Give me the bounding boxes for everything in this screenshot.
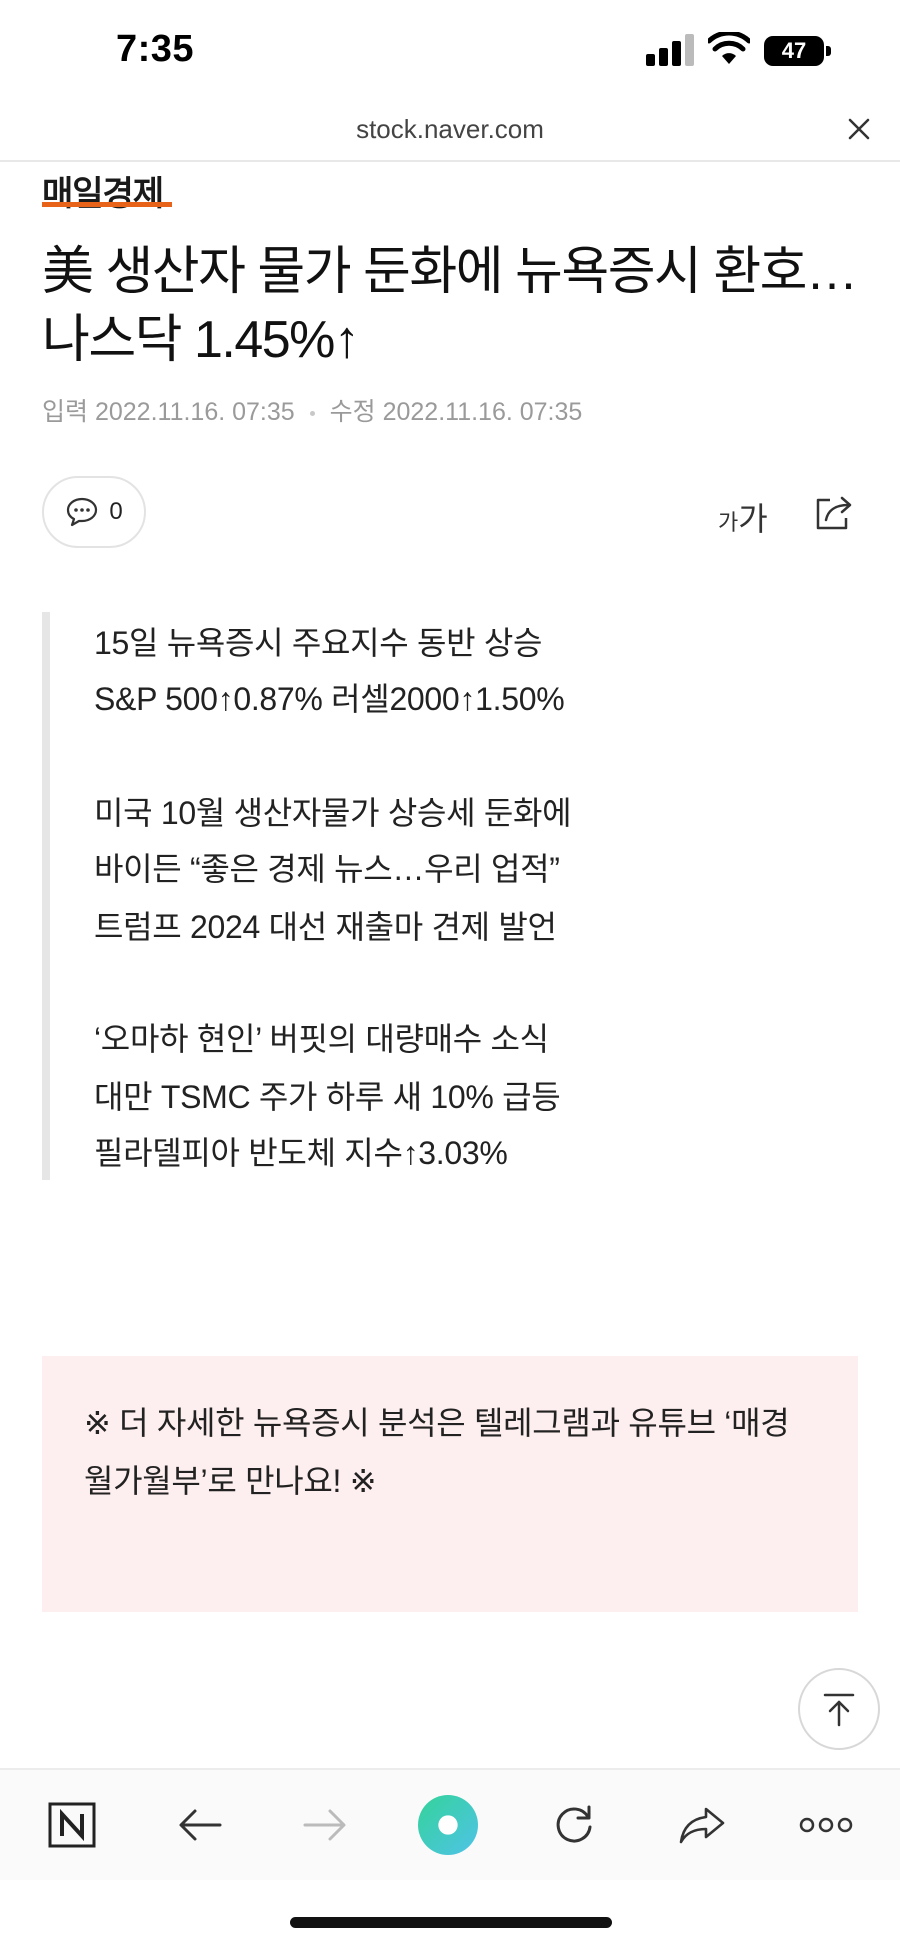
close-icon[interactable] <box>846 116 872 142</box>
input-date: 2022.11.16. 07:35 <box>94 398 295 426</box>
forward-button[interactable] <box>295 1770 355 1880</box>
summary-line: 필라델피아 반도체 지수↑3.03% <box>94 1135 508 1171</box>
back-button[interactable] <box>170 1770 230 1880</box>
font-size-small-glyph: 가 <box>718 510 739 535</box>
comment-count: 0 <box>109 498 123 525</box>
press-logo[interactable]: 매일경제 <box>42 166 164 215</box>
arrow-up-to-top-icon <box>823 1693 855 1727</box>
battery-icon: 47 <box>764 36 832 66</box>
cellular-signal-icon <box>646 34 694 66</box>
scroll-to-top-button[interactable] <box>798 1668 880 1750</box>
summary-line: S&P 500↑0.87% 러셀2000↑1.50% <box>94 681 565 717</box>
url-text[interactable]: stock.naver.com <box>0 114 900 145</box>
input-label: 입력 <box>42 398 89 426</box>
green-dot-icon <box>418 1795 478 1855</box>
share-arrow-icon <box>679 1807 725 1844</box>
reload-icon <box>556 1805 592 1843</box>
url-divider <box>0 160 900 162</box>
naver-home-icon <box>48 1802 96 1848</box>
edit-date: 2022.11.16. 07:35 <box>382 398 583 426</box>
battery-level: 47 <box>764 36 824 66</box>
comment-button[interactable]: 0 <box>42 476 146 548</box>
share-icon[interactable] <box>812 490 856 534</box>
more-button[interactable] <box>796 1770 856 1880</box>
article-headline: 美 생산자 물가 둔화에 뉴욕증시 환호… 나스닥 1.45%↑ <box>42 243 858 369</box>
status-time: 7:35 <box>116 28 195 70</box>
notice-text: ※ 더 자세한 뉴욕증시 분석은 텔레그램과 유튜브 ‘매경 월가월부’로 만나… <box>84 1405 790 1499</box>
naver-home-button[interactable] <box>42 1770 102 1880</box>
article-summary: 15일 뉴욕증시 주요지수 동반 상승 S&P 500↑0.87% 러셀2000… <box>42 612 810 1180</box>
summary-line: ‘오마하 현인’ 버핏의 대량매수 소식 <box>94 1021 549 1057</box>
summary-line: 대만 TSMC 주가 하루 새 10% 급등 <box>94 1079 561 1115</box>
edit-label: 수정 <box>329 398 376 426</box>
home-indicator[interactable] <box>290 1917 612 1928</box>
share-button[interactable] <box>672 1770 732 1880</box>
forward-icon <box>303 1809 346 1841</box>
summary-line: 미국 10월 생산자물가 상승세 둔화에 <box>94 795 572 831</box>
press-logo-underline <box>42 202 172 207</box>
comment-icon <box>67 497 98 527</box>
more-icon <box>799 1817 853 1833</box>
green-dot-button[interactable] <box>418 1770 478 1880</box>
font-size-button[interactable]: 가가 <box>718 494 768 540</box>
wifi-icon <box>708 32 750 64</box>
browser-bottom-nav <box>0 1770 900 1880</box>
summary-line: 트럼프 2024 대선 재출마 견제 발언 <box>94 909 557 945</box>
font-size-large-glyph: 가 <box>738 501 768 537</box>
reload-button[interactable] <box>544 1770 604 1880</box>
article-meta: 입력 2022.11.16. 07:35 수정 2022.11.16. 07:3… <box>42 392 582 428</box>
back-icon <box>179 1809 222 1841</box>
summary-line: 15일 뉴욕증시 주요지수 동반 상승 <box>94 625 543 661</box>
notice-box: ※ 더 자세한 뉴욕증시 분석은 텔레그램과 유튜브 ‘매경 월가월부’로 만나… <box>42 1356 858 1612</box>
summary-line: 바이든 “좋은 경제 뉴스…우리 업적” <box>94 851 560 887</box>
